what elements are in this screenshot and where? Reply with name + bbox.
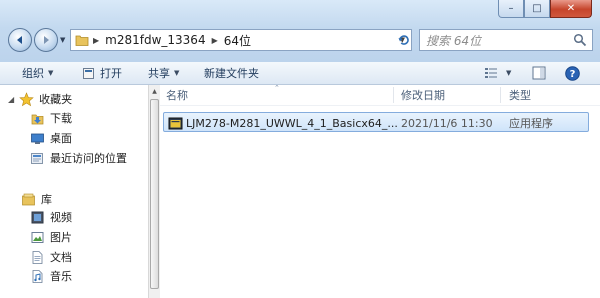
share-label: 共享 <box>148 67 170 80</box>
folder-icon <box>75 35 89 46</box>
file-modified-cell: 2021/11/6 11:30 <box>401 116 493 130</box>
open-file-icon <box>83 67 94 79</box>
libraries-label: 库 <box>41 193 52 206</box>
chevron-down-icon: ▼ <box>174 69 180 77</box>
search-icon[interactable] <box>573 33 587 47</box>
refresh-button[interactable] <box>395 31 413 49</box>
recent-places-icon <box>29 150 45 166</box>
column-divider[interactable] <box>393 87 394 103</box>
nav-item-label: 视频 <box>50 211 72 224</box>
nav-item-pictures[interactable]: 图片 <box>29 229 72 245</box>
title-bar: – □ ✕ ▼ ▶ m281fdw_13364 ▶ 64位 ▼ 搜索 64位 <box>0 0 600 62</box>
nav-item-label: 最近访问的位置 <box>50 152 127 165</box>
column-divider[interactable] <box>500 87 501 103</box>
close-button[interactable]: ✕ <box>550 0 592 18</box>
videos-icon <box>29 209 45 225</box>
application-icon <box>168 117 183 129</box>
back-arrow-icon <box>17 36 22 44</box>
breadcrumb-segment[interactable]: 64位 <box>224 32 251 49</box>
nav-item-recent-places[interactable]: 最近访问的位置 <box>29 150 127 166</box>
window-controls: – □ ✕ <box>498 0 592 18</box>
minimize-button[interactable]: – <box>498 0 524 18</box>
preview-pane-icon <box>532 66 546 80</box>
pictures-icon <box>29 229 45 245</box>
organize-label: 组织 <box>22 67 44 80</box>
nav-item-music[interactable]: 音乐 <box>29 268 72 284</box>
chevron-down-icon: ▼ <box>506 69 512 77</box>
scroll-up-icon[interactable]: ▲ <box>150 85 159 97</box>
chevron-down-icon: ▼ <box>48 69 54 77</box>
organize-button[interactable]: 组织 ▼ <box>22 62 53 84</box>
nav-item-downloads[interactable]: 下载 <box>29 110 72 126</box>
forward-button[interactable] <box>34 28 58 52</box>
help-icon: ? <box>565 65 580 81</box>
breadcrumb-segment[interactable]: m281fdw_13364 <box>105 33 205 47</box>
nav-item-label: 下载 <box>50 112 72 125</box>
nav-item-videos[interactable]: 视频 <box>29 209 72 225</box>
share-button[interactable]: 共享 ▼ <box>148 62 179 84</box>
sort-ascending-icon: ⌃ <box>274 84 280 92</box>
file-type-cell: 应用程序 <box>509 117 553 130</box>
breadcrumb-chevron-icon[interactable]: ▶ <box>212 36 218 45</box>
view-list-icon <box>485 68 497 78</box>
collapse-arrow-icon[interactable]: ◢ <box>8 95 14 104</box>
favorites-star-icon <box>18 91 34 107</box>
breadcrumb-chevron-icon[interactable]: ▶ <box>93 36 99 45</box>
new-folder-button[interactable]: 新建文件夹 <box>204 62 259 84</box>
scrollbar-thumb[interactable] <box>150 99 159 289</box>
help-button[interactable]: ? <box>565 62 580 84</box>
column-header-type[interactable]: 类型 <box>509 85 531 105</box>
preview-pane-button[interactable] <box>532 62 546 84</box>
column-header-row: 名称 ⌃ 修改日期 类型 <box>160 84 600 106</box>
nav-item-desktop[interactable]: 桌面 <box>29 130 72 146</box>
libraries-header[interactable]: 库 <box>8 191 52 207</box>
nav-item-label: 图片 <box>50 231 72 244</box>
nav-item-label: 音乐 <box>50 270 72 283</box>
open-button[interactable]: 打开 <box>82 62 122 84</box>
back-button[interactable] <box>8 28 32 52</box>
music-icon <box>29 268 45 284</box>
library-icon <box>20 191 36 207</box>
forward-arrow-icon <box>44 36 49 44</box>
open-label: 打开 <box>100 67 122 80</box>
new-folder-label: 新建文件夹 <box>204 67 259 80</box>
recent-pages-dropdown[interactable]: ▼ <box>60 36 65 44</box>
refresh-icon <box>398 35 409 45</box>
address-bar[interactable]: ▶ m281fdw_13364 ▶ 64位 ▼ <box>70 29 412 51</box>
nav-item-label: 文档 <box>50 251 72 264</box>
navigation-pane: ◢ 收藏夹 下载 桌面 最近访问的位置 库 视频 图片 文档 音乐 <box>0 85 148 298</box>
search-input[interactable]: 搜索 64位 <box>426 32 573 49</box>
column-header-name[interactable]: 名称 <box>166 85 188 105</box>
view-options-button[interactable]: ▼ <box>484 62 511 84</box>
navigation-scrollbar[interactable]: ▲ <box>148 85 160 298</box>
favorites-header[interactable]: ◢ 收藏夹 <box>8 91 72 107</box>
downloads-icon <box>29 110 45 126</box>
svg-text:?: ? <box>570 69 576 80</box>
nav-item-documents[interactable]: 文档 <box>29 249 72 265</box>
file-name-cell: LJM278-M281_UWWL_4_1_Basicx64_... <box>168 113 398 133</box>
nav-item-label: 桌面 <box>50 132 72 145</box>
table-row[interactable]: LJM278-M281_UWWL_4_1_Basicx64_... 2021/1… <box>163 112 589 132</box>
desktop-icon <box>29 130 45 146</box>
search-box[interactable]: 搜索 64位 <box>419 29 593 51</box>
column-header-modified[interactable]: 修改日期 <box>401 85 445 105</box>
command-bar: 组织 ▼ 打开 共享 ▼ 新建文件夹 ▼ ? <box>0 62 600 85</box>
documents-icon <box>29 249 45 265</box>
favorites-label: 收藏夹 <box>39 93 73 106</box>
maximize-button[interactable]: □ <box>524 0 550 18</box>
